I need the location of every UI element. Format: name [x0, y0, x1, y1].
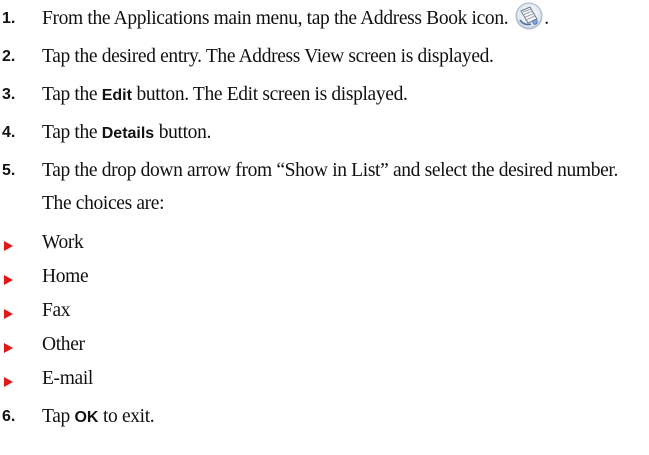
list-item: Other: [0, 328, 645, 361]
step-text-suffix: button.: [158, 122, 212, 143]
step-1: 1. From the Applications main menu, tap …: [0, 2, 645, 35]
step-4: 4. Tap the Details button.: [0, 116, 645, 150]
step-text: Tap the drop down arrow from “Show in Li…: [42, 160, 618, 214]
bullet-arrow-icon: [4, 241, 13, 251]
ok-button-label: OK: [74, 409, 99, 426]
step-number: 2.: [2, 48, 16, 65]
step-text: Tap the desired entry. The Address View …: [42, 46, 494, 67]
list-item: Work: [0, 226, 645, 259]
address-book-icon: [514, 2, 544, 30]
step-number: 1.: [2, 10, 16, 27]
step-5: 5. Tap the drop down arrow from “Show in…: [0, 154, 645, 220]
step-text: Tap the: [42, 84, 98, 105]
bullet-arrow-icon: [4, 377, 13, 387]
step-3: 3. Tap the Edit button. The Edit screen …: [0, 78, 645, 112]
list-item: E-mail: [0, 362, 645, 395]
step-number: 6.: [2, 408, 16, 425]
step-text: From the Applications main menu, tap the…: [42, 8, 509, 29]
document-page: 1. From the Applications main menu, tap …: [0, 0, 649, 455]
step-number: 4.: [2, 124, 16, 141]
step-number: 5.: [2, 162, 16, 179]
step-number: 3.: [2, 86, 16, 103]
step-text-suffix: button. The Edit screen is displayed.: [136, 84, 408, 105]
edit-button-label: Edit: [101, 87, 132, 104]
step-text-suffix: to exit.: [102, 406, 155, 427]
bullet-arrow-icon: [4, 343, 13, 353]
step-text: Tap the: [42, 122, 98, 143]
bullet-arrow-icon: [4, 275, 13, 285]
step-text-suffix: .: [544, 8, 549, 29]
bullet-arrow-icon: [4, 309, 13, 319]
step-6: 6. Tap OK to exit.: [0, 400, 645, 434]
details-button-label: Details: [101, 125, 155, 142]
list-item: Fax: [0, 294, 645, 327]
step-text: Tap: [42, 406, 70, 427]
step-2: 2. Tap the desired entry. The Address Vi…: [0, 40, 645, 73]
list-item: Home: [0, 260, 645, 293]
